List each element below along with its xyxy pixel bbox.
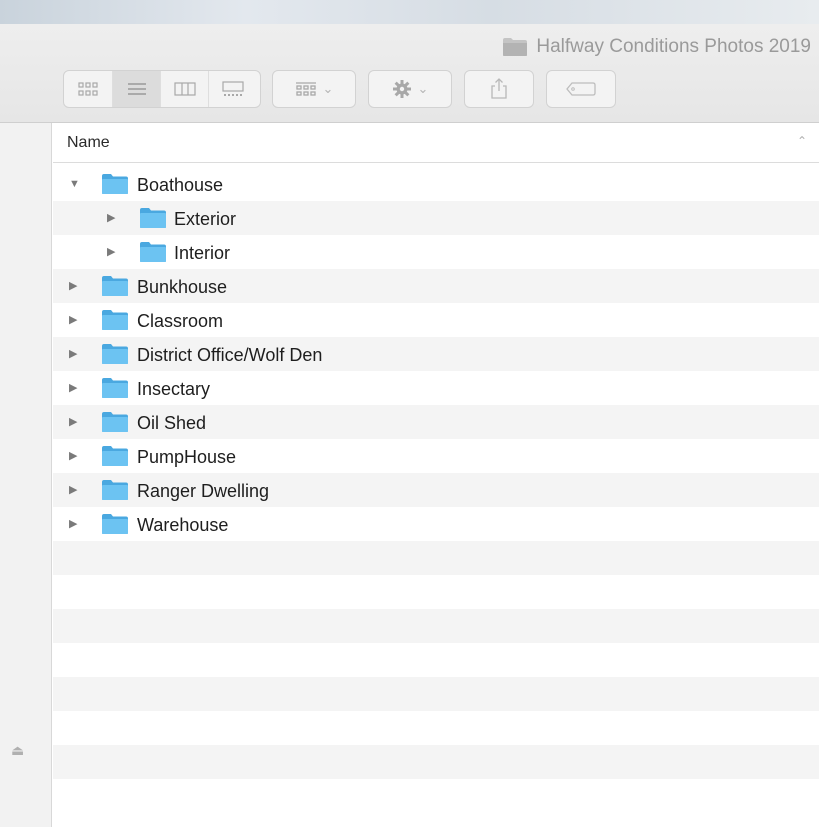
folder-name: Oil Shed <box>137 413 207 433</box>
disclosure-triangle-collapsed-icon[interactable]: ▶ <box>69 416 81 428</box>
disclosure-triangle-collapsed-icon[interactable]: ▶ <box>69 450 81 462</box>
list-row[interactable]: ▶ Classroom <box>53 303 819 337</box>
empty-row <box>53 575 819 609</box>
empty-row <box>53 745 819 779</box>
folder-name: Interior <box>174 243 231 263</box>
list-row[interactable]: ▶ Exterior <box>53 201 819 235</box>
finder-window: Halfway Conditions Photos 2019 ⌄ ⌄ ⏏ Nam… <box>0 0 819 827</box>
desktop-background-strip <box>0 0 819 24</box>
folder-icon <box>101 377 129 399</box>
list-row[interactable]: ▶ PumpHouse <box>53 439 819 473</box>
list-row[interactable]: ▶ Bunkhouse <box>53 269 819 303</box>
folder-icon <box>101 411 129 433</box>
disclosure-triangle-collapsed-icon[interactable]: ▶ <box>69 518 81 530</box>
folder-name: PumpHouse <box>137 447 237 467</box>
toolbar: Halfway Conditions Photos 2019 ⌄ ⌄ <box>0 24 819 123</box>
disclosure-triangle-expanded-icon[interactable]: ▼ <box>69 178 81 190</box>
group-by-button[interactable]: ⌄ <box>272 70 356 108</box>
list-view-button[interactable] <box>112 71 160 107</box>
disclosure-triangle-collapsed-icon[interactable]: ▶ <box>107 246 119 258</box>
window-title-text: Halfway Conditions Photos 2019 <box>536 36 811 57</box>
list-header: Name ⌃ <box>53 123 819 163</box>
folder-icon <box>139 241 167 263</box>
file-list: ▼ Boathouse ▶ Exterior ▶ Interior ▶ Bunkhou… <box>53 167 819 813</box>
disclosure-triangle-collapsed-icon[interactable]: ▶ <box>107 212 119 224</box>
list-row[interactable]: ▶ Warehouse <box>53 507 819 541</box>
folder-icon <box>101 479 129 501</box>
list-view-icon <box>127 83 146 95</box>
tag-icon <box>566 82 596 96</box>
folder-name: Insectary <box>137 379 211 399</box>
gallery-view-button[interactable] <box>208 71 256 107</box>
chevron-down-icon: ⌄ <box>417 81 429 96</box>
empty-row <box>53 677 819 711</box>
folder-name: Boathouse <box>137 175 224 195</box>
list-row[interactable]: ▶ Insectary <box>53 371 819 405</box>
folder-name: Bunkhouse <box>137 277 228 297</box>
folder-name: District Office/Wolf Den <box>137 345 323 365</box>
disclosure-triangle-collapsed-icon[interactable]: ▶ <box>69 280 81 292</box>
disclosure-triangle-collapsed-icon[interactable]: ▶ <box>69 382 81 394</box>
share-icon <box>491 78 507 99</box>
folder-icon <box>101 309 129 331</box>
group-icon <box>295 82 316 96</box>
folder-icon <box>101 513 129 535</box>
list-row[interactable]: ▼ Boathouse <box>53 167 819 201</box>
window-title: Halfway Conditions Photos 2019 <box>502 34 811 60</box>
list-row[interactable]: ▶ District Office/Wolf Den <box>53 337 819 371</box>
folder-icon <box>101 343 129 365</box>
list-row[interactable]: ▶ Oil Shed <box>53 405 819 439</box>
action-button[interactable]: ⌄ <box>368 70 452 108</box>
empty-row <box>53 711 819 745</box>
list-row[interactable]: ▶ Interior <box>53 235 819 269</box>
tags-button[interactable] <box>546 70 616 108</box>
column-view-icon <box>173 82 196 96</box>
empty-row <box>53 541 819 575</box>
folder-icon <box>101 275 129 297</box>
sort-ascending-icon[interactable]: ⌃ <box>797 134 807 148</box>
eject-icon[interactable]: ⏏ <box>11 742 24 759</box>
name-column-header[interactable]: Name <box>67 134 110 152</box>
share-button[interactable] <box>464 70 534 108</box>
folder-name: Ranger Dwelling <box>137 481 270 501</box>
view-mode-control <box>63 70 261 108</box>
folder-icon <box>101 173 129 195</box>
folder-icon <box>139 207 167 229</box>
empty-row <box>53 779 819 813</box>
folder-icon <box>101 445 129 467</box>
empty-row <box>53 643 819 677</box>
disclosure-triangle-collapsed-icon[interactable]: ▶ <box>69 484 81 496</box>
sidebar: ⏏ <box>0 123 52 827</box>
list-row[interactable]: ▶ Ranger Dwelling <box>53 473 819 507</box>
folder-name: Exterior <box>174 209 237 229</box>
folder-icon <box>502 37 528 57</box>
disclosure-triangle-collapsed-icon[interactable]: ▶ <box>69 348 81 360</box>
icon-view-icon <box>78 82 98 96</box>
gear-icon <box>392 80 411 98</box>
column-view-button[interactable] <box>160 71 208 107</box>
chevron-down-icon: ⌄ <box>322 81 334 96</box>
folder-name: Classroom <box>137 311 224 331</box>
icon-view-button[interactable] <box>64 71 112 107</box>
folder-name: Warehouse <box>137 515 229 535</box>
empty-row <box>53 609 819 643</box>
disclosure-triangle-collapsed-icon[interactable]: ▶ <box>69 314 81 326</box>
gallery-view-icon <box>221 81 244 96</box>
